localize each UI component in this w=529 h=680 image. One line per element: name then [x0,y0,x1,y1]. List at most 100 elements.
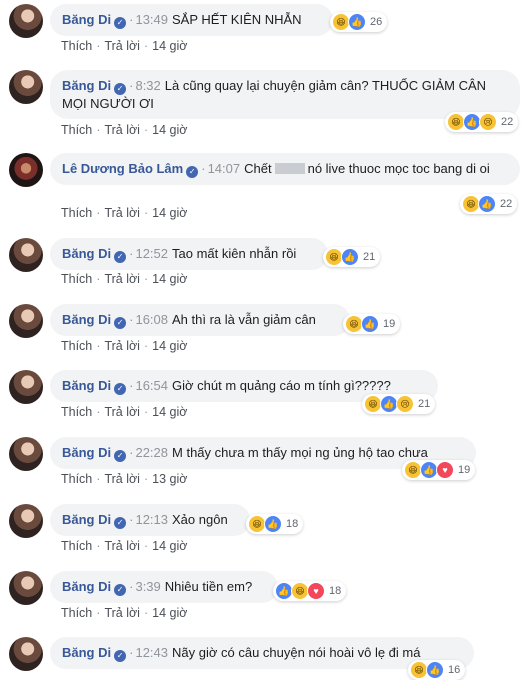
reaction-summary[interactable]: 😆 👍 18 [246,514,304,534]
reaction-summary[interactable]: 😆 👍 😢 21 [362,394,436,414]
comment-actions: Thích · Trả lời · 14 giờ [61,39,188,53]
like-icon: 👍 [341,248,359,266]
verified-badge-icon: ✓ [114,17,127,29]
reply-link[interactable]: Trả lời [104,206,140,220]
reply-link[interactable]: Trả lời [104,405,140,419]
comment-age[interactable]: 14 giờ [152,339,187,353]
censored-block [274,163,305,174]
comment-text: Giờ chút m quảng cáo m tính gì????? [172,378,391,393]
author-name[interactable]: Băng Di [62,78,111,93]
reaction-summary[interactable]: 👍 😆 ♥ 18 [273,581,347,601]
comment-text: Tao mất kiên nhẫn rồi [172,246,297,261]
reply-link[interactable]: Trả lời [104,39,140,53]
verified-badge-icon: ✓ [114,317,127,329]
like-link[interactable]: Thích [61,606,92,620]
reaction-count: 19 [458,464,471,476]
reaction-summary[interactable]: 😆 👍 😢 22 [445,112,519,132]
avatar[interactable] [9,637,43,671]
avatar[interactable] [9,70,43,104]
comment-age[interactable]: 14 giờ [152,39,187,53]
like-link[interactable]: Thích [61,472,92,486]
reaction-count: 22 [501,116,514,128]
comment-age[interactable]: 14 giờ [152,206,187,220]
comment-actions: Thích · Trả lời · 14 giờ [61,339,188,353]
comment-age[interactable]: 14 giờ [152,539,187,553]
comment-actions: Thích · Trả lời · 14 giờ [61,539,188,553]
reaction-summary[interactable]: 😆 👍 ♥ 19 [402,460,476,480]
like-icon: 👍 [426,661,444,679]
avatar[interactable] [9,370,43,404]
reply-link[interactable]: Trả lời [104,272,140,286]
reply-link[interactable]: Trả lời [104,123,140,137]
author-name[interactable]: Băng Di [62,12,111,27]
avatar[interactable] [9,571,43,605]
comment-time[interactable]: 14:07 [208,161,241,176]
comment-time[interactable]: 16:08 [135,312,168,327]
comment-text: Là cũng quay lại chuyện giảm cân? THUỐC … [62,78,487,111]
like-link[interactable]: Thích [61,39,92,53]
like-link[interactable]: Thích [61,405,92,419]
author-name[interactable]: Băng Di [62,645,111,660]
like-link[interactable]: Thích [61,206,92,220]
comment-text: SẮP HẾT KIÊN NHẪN [172,12,302,27]
avatar[interactable] [9,4,43,38]
like-link[interactable]: Thích [61,272,92,286]
comment-text: Nãy giờ có câu chuyện nói hoài vô lẹ đi … [172,645,421,660]
reaction-summary[interactable]: 😆 👍 21 [323,247,381,267]
like-link[interactable]: Thích [61,123,92,137]
comment-age[interactable]: 14 giờ [152,123,187,137]
avatar[interactable] [9,504,43,538]
reply-link[interactable]: Trả lời [104,606,140,620]
comment-time[interactable]: 12:52 [135,246,168,261]
comment-time[interactable]: 13:49 [135,12,168,27]
comment-bubble: Băng Di ✓ · 13:49 SẮP HẾT KIÊN NHẪN [50,4,333,36]
author-name[interactable]: Băng Di [62,445,111,460]
comment-time[interactable]: 22:28 [135,445,168,460]
comment-age[interactable]: 14 giờ [152,606,187,620]
avatar[interactable] [9,153,43,187]
avatar[interactable] [9,238,43,272]
comment-time[interactable]: 16:54 [135,378,168,393]
comment-time[interactable]: 12:43 [135,645,168,660]
love-icon: ♥ [307,582,325,600]
reaction-count: 19 [383,318,396,330]
like-link[interactable]: Thích [61,339,92,353]
reaction-summary[interactable]: 😆 👍 26 [330,12,388,32]
comment-bubble: Băng Di ✓ · 12:52 Tao mất kiên nhẫn rồi [50,238,328,270]
reply-link[interactable]: Trả lời [104,472,140,486]
reaction-summary[interactable]: 😆 👍 22 [460,194,518,214]
comment-bubble: Băng Di ✓ · 3:39 Nhiêu tiền em? [50,571,278,603]
like-icon: 👍 [361,315,379,333]
comment-age[interactable]: 14 giờ [152,405,187,419]
author-name[interactable]: Băng Di [62,512,111,527]
author-name[interactable]: Băng Di [62,246,111,261]
comment-time[interactable]: 12:13 [135,512,168,527]
comment-text: M thấy chưa m thấy mọi ng ủng hộ tao chư… [172,445,428,460]
reply-link[interactable]: Trả lời [104,539,140,553]
reaction-count: 26 [370,16,383,28]
like-icon: 👍 [264,515,282,533]
avatar[interactable] [9,304,43,338]
reaction-summary[interactable]: 😆 👍 19 [343,314,401,334]
verified-badge-icon: ✓ [114,450,127,462]
reaction-summary[interactable]: 😆 👍 16 [408,660,466,680]
comment-time[interactable]: 8:32 [135,78,160,93]
verified-badge-icon: ✓ [186,166,199,178]
author-name[interactable]: Băng Di [62,579,111,594]
author-name[interactable]: Băng Di [62,312,111,327]
reaction-count: 22 [500,198,513,210]
author-name[interactable]: Lê Dương Bảo Lâm [62,161,183,176]
like-link[interactable]: Thích [61,539,92,553]
comment-age[interactable]: 14 giờ [152,272,187,286]
comment-bubble: Lê Dương Bảo Lâm ✓ · 14:07 Chết nó live thuoc… [50,153,520,185]
comment-text-start: Chết [244,161,272,176]
reaction-count: 16 [448,664,461,676]
comment-age[interactable]: 13 giờ [152,472,187,486]
reaction-count: 21 [418,398,431,410]
comment-time[interactable]: 3:39 [135,579,160,594]
avatar[interactable] [9,437,43,471]
reply-link[interactable]: Trả lời [104,339,140,353]
author-name[interactable]: Băng Di [62,378,111,393]
reaction-count: 18 [329,585,342,597]
reaction-count: 21 [363,251,376,263]
